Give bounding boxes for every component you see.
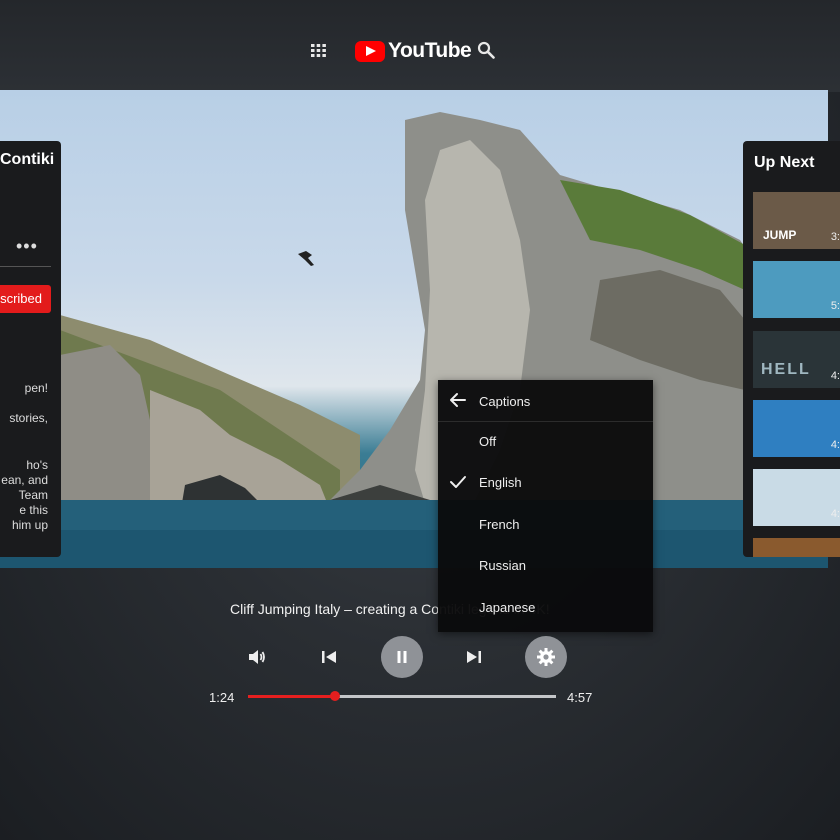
video-frame (0, 112, 828, 568)
caption-option-english[interactable]: English (438, 462, 653, 503)
pause-icon (397, 651, 407, 663)
youtube-logo[interactable]: YouTube (355, 39, 472, 63)
thumbnail-overlay-text: JUMP (763, 228, 797, 242)
description-line: him up (11, 518, 48, 532)
progress-fill (248, 695, 336, 698)
caption-option-label: Japanese (479, 600, 536, 615)
previous-button[interactable] (308, 636, 350, 678)
subscribed-button[interactable]: scribed (0, 285, 51, 313)
thumbnail-overlay-text: HELL (761, 361, 811, 378)
caption-option-label: Russian (479, 558, 526, 573)
thumbnail-duration: 5: (830, 300, 840, 312)
apps-icon[interactable] (311, 44, 326, 57)
volume-icon (249, 650, 265, 664)
thumbnail-duration: 4: (830, 439, 840, 451)
check-icon (450, 476, 466, 488)
thumbnail-duration: 4: (830, 370, 840, 382)
up-next-thumbnail[interactable]: 5: (753, 261, 840, 318)
youtube-play-icon (355, 40, 385, 62)
up-next-thumbnail[interactable] (753, 538, 840, 557)
caption-option-label: Off (479, 434, 497, 449)
current-time: 1:24 (209, 690, 235, 705)
up-next-thumbnail[interactable]: HELL 4: (753, 331, 840, 388)
caption-option-off[interactable]: Off (438, 421, 653, 462)
description-line: e this (19, 503, 48, 517)
captions-menu: Captions Off English French Russian Japa… (438, 380, 653, 632)
caption-option-russian[interactable]: Russian (438, 545, 653, 586)
channel-name[interactable]: Contiki (0, 151, 54, 169)
description-line: Team (18, 488, 48, 502)
next-button[interactable] (453, 636, 495, 678)
description-line: stories, (9, 411, 48, 425)
progress-bar[interactable] (248, 691, 556, 701)
back-arrow-icon[interactable] (449, 392, 467, 408)
volume-button[interactable] (236, 636, 278, 678)
top-bar: YouTube (0, 0, 840, 92)
next-icon (467, 651, 481, 663)
caption-option-label: French (479, 517, 520, 532)
channel-panel: Contiki ••• scribed pen! stories, ho's e… (0, 141, 61, 557)
video-player[interactable] (0, 90, 828, 568)
search-icon[interactable] (477, 41, 495, 59)
description-line: ean, and (1, 473, 48, 487)
description-line: ho's (26, 458, 48, 472)
settings-button[interactable] (525, 636, 567, 678)
caption-option-label: English (479, 475, 522, 490)
up-next-thumbnail[interactable]: 4: (753, 469, 840, 526)
caption-option-french[interactable]: French (438, 504, 653, 545)
caption-option-japanese[interactable]: Japanese (438, 587, 653, 628)
thumbnail-duration: 3: (830, 231, 840, 243)
pause-button[interactable] (381, 636, 423, 678)
logo-text: YouTube (388, 39, 472, 62)
settings-icon (537, 648, 555, 666)
subscribed-label: scribed (0, 291, 42, 306)
up-next-thumbnail[interactable]: 4: (753, 400, 840, 457)
more-options-icon[interactable]: ••• (16, 236, 38, 257)
description-line: pen! (24, 381, 48, 395)
previous-icon (322, 651, 336, 663)
up-next-thumbnail[interactable]: JUMP 3: (753, 192, 840, 249)
up-next-panel: Up Next JUMP 3: 5: HELL 4: 4: 4: (743, 141, 840, 557)
captions-title: Captions (479, 394, 531, 409)
progress-scrubber[interactable] (330, 691, 341, 701)
up-next-title: Up Next (754, 154, 815, 171)
divider (0, 266, 51, 267)
total-time: 4:57 (567, 690, 593, 705)
captions-header[interactable]: Captions (438, 380, 653, 422)
thumbnail-duration: 4: (830, 508, 840, 520)
